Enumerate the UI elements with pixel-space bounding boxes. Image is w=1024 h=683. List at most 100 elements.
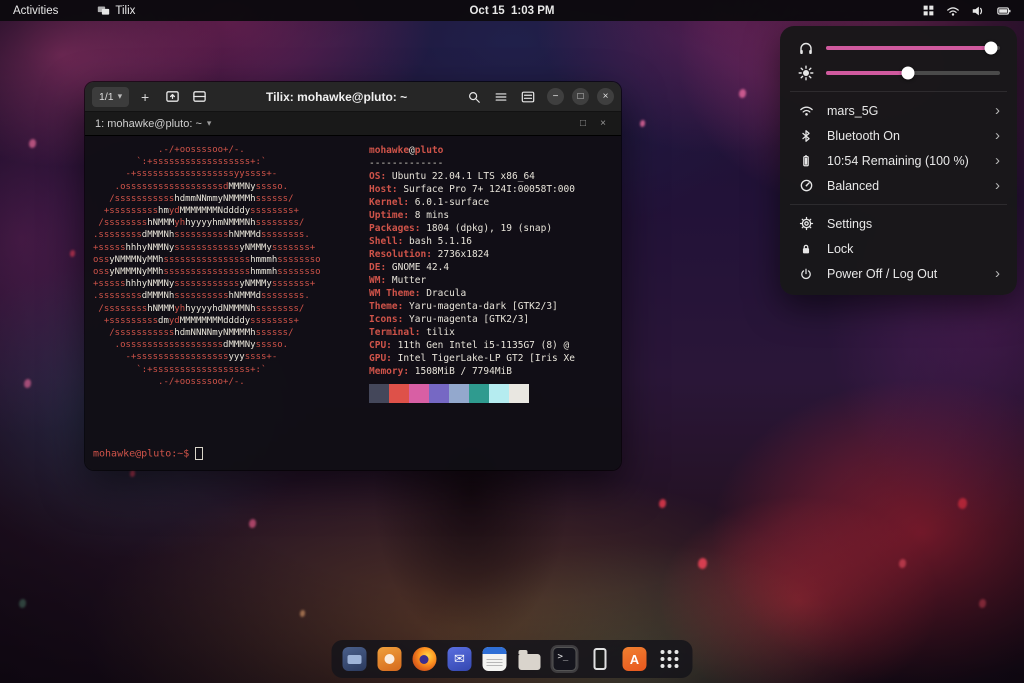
dock-item-writer[interactable]: [481, 645, 509, 673]
software-store-icon: A: [623, 647, 647, 671]
focused-app-menu[interactable]: Tilix: [97, 4, 135, 17]
brightness-slider-knob[interactable]: [901, 66, 914, 79]
split-terminal-down-button[interactable]: [188, 86, 210, 108]
system-tray-button[interactable]: [922, 0, 1024, 21]
session-menu-button[interactable]: [490, 86, 512, 108]
gear-icon: [799, 216, 814, 231]
neofetch-info-line: Packages: 1804 (dpkg), 19 (snap): [369, 222, 575, 235]
activities-button[interactable]: Activities: [0, 0, 71, 21]
terminal-maximize-button[interactable]: □: [575, 118, 591, 129]
lock-label: Lock: [827, 242, 853, 256]
chevron-right-icon: ›: [995, 128, 1000, 143]
power-profile-gauge-icon: [799, 178, 814, 193]
neofetch-info-line: Host: Surface Pro 7+ 124I:00058T:000: [369, 183, 575, 196]
minimize-button[interactable]: −: [547, 88, 564, 105]
terminal-close-button[interactable]: ×: [595, 118, 611, 129]
dock-item-files[interactable]: [516, 645, 544, 673]
quick-settings-panel: mars_5G › Bluetooth On › 10:54 Remaining…: [780, 26, 1017, 295]
bluetooth-menu-item[interactable]: Bluetooth On ›: [788, 123, 1009, 148]
top-bar: Activities Tilix Oct 15 1:03 PM: [0, 0, 1024, 21]
volume-slider-track[interactable]: [826, 46, 1000, 50]
maximize-button[interactable]: □: [572, 88, 589, 105]
chevron-down-icon: ▾: [207, 118, 212, 129]
brightness-slider-track[interactable]: [826, 71, 1000, 75]
headphones-icon: [798, 40, 814, 56]
session-tab[interactable]: 1: mohawke@pluto: ~: [95, 118, 202, 130]
power-off-label: Power Off / Log Out: [827, 267, 937, 281]
chevron-down-icon: ▾: [118, 91, 123, 102]
search-button[interactable]: [463, 86, 485, 108]
session-counter: 1/1: [99, 91, 114, 103]
dock-item-file-manager[interactable]: [341, 645, 369, 673]
tilix-titlebar[interactable]: 1/1 ▾ + Tilix: mohawke@pluto: ~: [85, 82, 621, 112]
folder-icon: [519, 654, 541, 670]
dock-item-mail[interactable]: ✉: [446, 645, 474, 673]
clock-button[interactable]: Oct 15 1:03 PM: [469, 5, 554, 17]
dock-item-media-app[interactable]: [376, 645, 404, 673]
divider: [790, 91, 1007, 92]
brightness-icon: [798, 65, 814, 81]
power-profile-menu-item[interactable]: Balanced ›: [788, 173, 1009, 198]
close-button[interactable]: ×: [597, 88, 614, 105]
shell-prompt: mohawke@pluto:~$: [93, 447, 203, 460]
neofetch-ascii-logo: .-/+oossssoo+/-. `:+ssssssssssssssssss+:…: [93, 144, 321, 388]
volume-slider-knob[interactable]: [985, 41, 998, 54]
neofetch-info-line: Terminal: tilix: [369, 326, 575, 339]
neofetch-info-line: DE: GNOME 42.4: [369, 261, 575, 274]
file-manager-icon: [343, 647, 367, 671]
settings-label: Settings: [827, 217, 872, 231]
tilix-app-icon: [97, 4, 110, 17]
battery-icon: [799, 153, 813, 168]
split-right-icon: [165, 89, 180, 104]
chevron-right-icon: ›: [995, 103, 1000, 118]
brightness-slider[interactable]: [788, 60, 1009, 85]
power-off-menu-item[interactable]: Power Off / Log Out ›: [788, 261, 1009, 286]
neofetch-info: mohawke@pluto ------------- OS: Ubuntu 2…: [369, 144, 575, 403]
window-title: Tilix: mohawke@pluto: ~: [215, 90, 458, 104]
battery-label: 10:54 Remaining (100 %): [827, 154, 969, 168]
sidebar-menu-button[interactable]: [517, 86, 539, 108]
wifi-menu-item[interactable]: mars_5G ›: [788, 98, 1009, 123]
session-switcher-button[interactable]: 1/1 ▾: [92, 87, 129, 107]
neofetch-info-line: Icons: Yaru-magenta [GTK2/3]: [369, 313, 575, 326]
battery-menu-item[interactable]: 10:54 Remaining (100 %) ›: [788, 148, 1009, 173]
list-panel-icon: [521, 90, 535, 104]
neofetch-info-line: Kernel: 6.0.1-surface: [369, 196, 575, 209]
lock-menu-item[interactable]: Lock: [788, 236, 1009, 261]
split-down-icon: [192, 89, 207, 104]
terminal-cursor: [195, 447, 203, 460]
document-icon: [483, 647, 507, 671]
neofetch-info-line: Shell: bash 5.1.16: [369, 235, 575, 248]
tilix-window: 1/1 ▾ + Tilix: mohawke@pluto: ~: [85, 82, 621, 470]
firefox-icon: [413, 647, 437, 671]
wifi-label: mars_5G: [827, 104, 878, 118]
wifi-icon: [799, 103, 814, 118]
power-profile-label: Balanced: [827, 179, 879, 193]
tilix-terminal-icon: [553, 647, 577, 671]
chevron-right-icon: ›: [995, 153, 1000, 168]
dock-item-show-apps[interactable]: [656, 645, 684, 673]
neofetch-user-host: mohawke@pluto: [369, 144, 575, 157]
show-applications-icon: [658, 647, 682, 671]
volume-slider[interactable]: [788, 35, 1009, 60]
dock-item-tilix[interactable]: [551, 645, 579, 673]
terminal-screen[interactable]: .-/+oossssoo+/-. `:+ssssssssssssssssss+:…: [85, 136, 621, 470]
chevron-right-icon: ›: [995, 266, 1000, 281]
focused-app-name: Tilix: [115, 5, 135, 17]
new-session-button[interactable]: +: [134, 86, 156, 108]
neofetch-info-line: Uptime: 8 mins: [369, 209, 575, 222]
neofetch-info-line: Memory: 1508MiB / 7794MiB: [369, 365, 575, 378]
power-icon: [799, 267, 813, 281]
volume-icon: [971, 4, 985, 18]
dock-item-firefox[interactable]: [411, 645, 439, 673]
battery-icon: [996, 4, 1012, 18]
dock-item-phone[interactable]: [586, 645, 614, 673]
lock-icon: [799, 242, 813, 256]
terminal-color-palette: [369, 384, 575, 403]
hamburger-menu-icon: [494, 90, 508, 104]
media-app-icon: [378, 647, 402, 671]
split-terminal-right-button[interactable]: [161, 86, 183, 108]
dock: ✉ A: [332, 640, 693, 678]
settings-menu-item[interactable]: Settings: [788, 211, 1009, 236]
dock-item-software[interactable]: A: [621, 645, 649, 673]
